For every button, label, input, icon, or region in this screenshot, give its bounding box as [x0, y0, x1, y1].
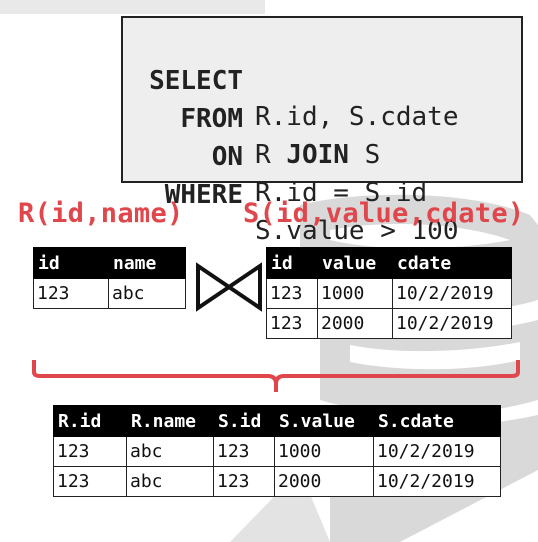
column-header: value — [317, 247, 393, 279]
table-row: 123 abc 123 1000 10/2/2019 — [53, 436, 501, 467]
table-cell: 123 — [33, 278, 109, 309]
table-cell: 123 — [266, 308, 318, 339]
column-header: id — [33, 247, 109, 279]
table-cell: 2000 — [317, 308, 393, 339]
table-r: id name 123 abc — [33, 247, 186, 309]
sql-line-select: SELECT R.id, S.cdate — [123, 27, 521, 132]
table-cell: 123 — [266, 278, 318, 309]
column-header: R.id — [53, 405, 127, 437]
table-cell: 10/2/2019 — [373, 466, 501, 497]
table-cell: 123 — [213, 466, 275, 497]
table-row: 123 1000 10/2/2019 — [266, 278, 512, 309]
table-s: id value cdate 123 1000 10/2/2019 123 2000 10/2/… — [266, 247, 512, 339]
column-header: R.name — [126, 405, 214, 437]
relation-r-label: R(id,name) — [18, 198, 184, 229]
sql-line-on: ON R.id = S.id — [123, 103, 521, 208]
column-header: name — [108, 247, 186, 279]
column-header: S.value — [274, 405, 374, 437]
table-row: 123 2000 10/2/2019 — [266, 308, 512, 339]
curly-brace-icon — [32, 360, 520, 392]
table-cell: 123 — [213, 436, 275, 467]
column-header: cdate — [392, 247, 512, 279]
table-cell: 10/2/2019 — [392, 278, 512, 309]
sql-line-from: FROM R JOIN S — [123, 65, 521, 170]
table-cell: 123 — [53, 436, 127, 467]
column-header: id — [266, 247, 318, 279]
column-header: S.id — [213, 405, 275, 437]
table-cell: 1000 — [317, 278, 393, 309]
table-row: 123 abc 123 2000 10/2/2019 — [53, 466, 501, 497]
relation-s-label: S(id,value,cdate) — [243, 198, 525, 229]
table-join-result: R.id R.name S.id S.value S.cdate 123 abc 123 100… — [53, 405, 501, 497]
table-row: 123 abc — [33, 278, 186, 309]
table-cell: 2000 — [274, 466, 374, 497]
table-cell: 10/2/2019 — [392, 308, 512, 339]
column-header: S.cdate — [373, 405, 501, 437]
table-cell: abc — [126, 436, 214, 467]
table-cell: abc — [108, 278, 186, 309]
top-banner-strip — [0, 0, 265, 14]
table-cell: 10/2/2019 — [373, 436, 501, 467]
table-cell: abc — [126, 466, 214, 497]
sql-line-where: WHERE S.value > 100 — [123, 141, 521, 246]
table-header-row: R.id R.name S.id S.value S.cdate — [53, 405, 501, 437]
sql-query-box: SELECT R.id, S.cdate FROM R JOIN S ON R.… — [121, 16, 523, 246]
bowtie-join-icon — [196, 262, 262, 312]
table-cell: 123 — [53, 466, 127, 497]
table-cell: 1000 — [274, 436, 374, 467]
table-header-row: id value cdate — [266, 247, 512, 279]
table-header-row: id name — [33, 247, 186, 279]
